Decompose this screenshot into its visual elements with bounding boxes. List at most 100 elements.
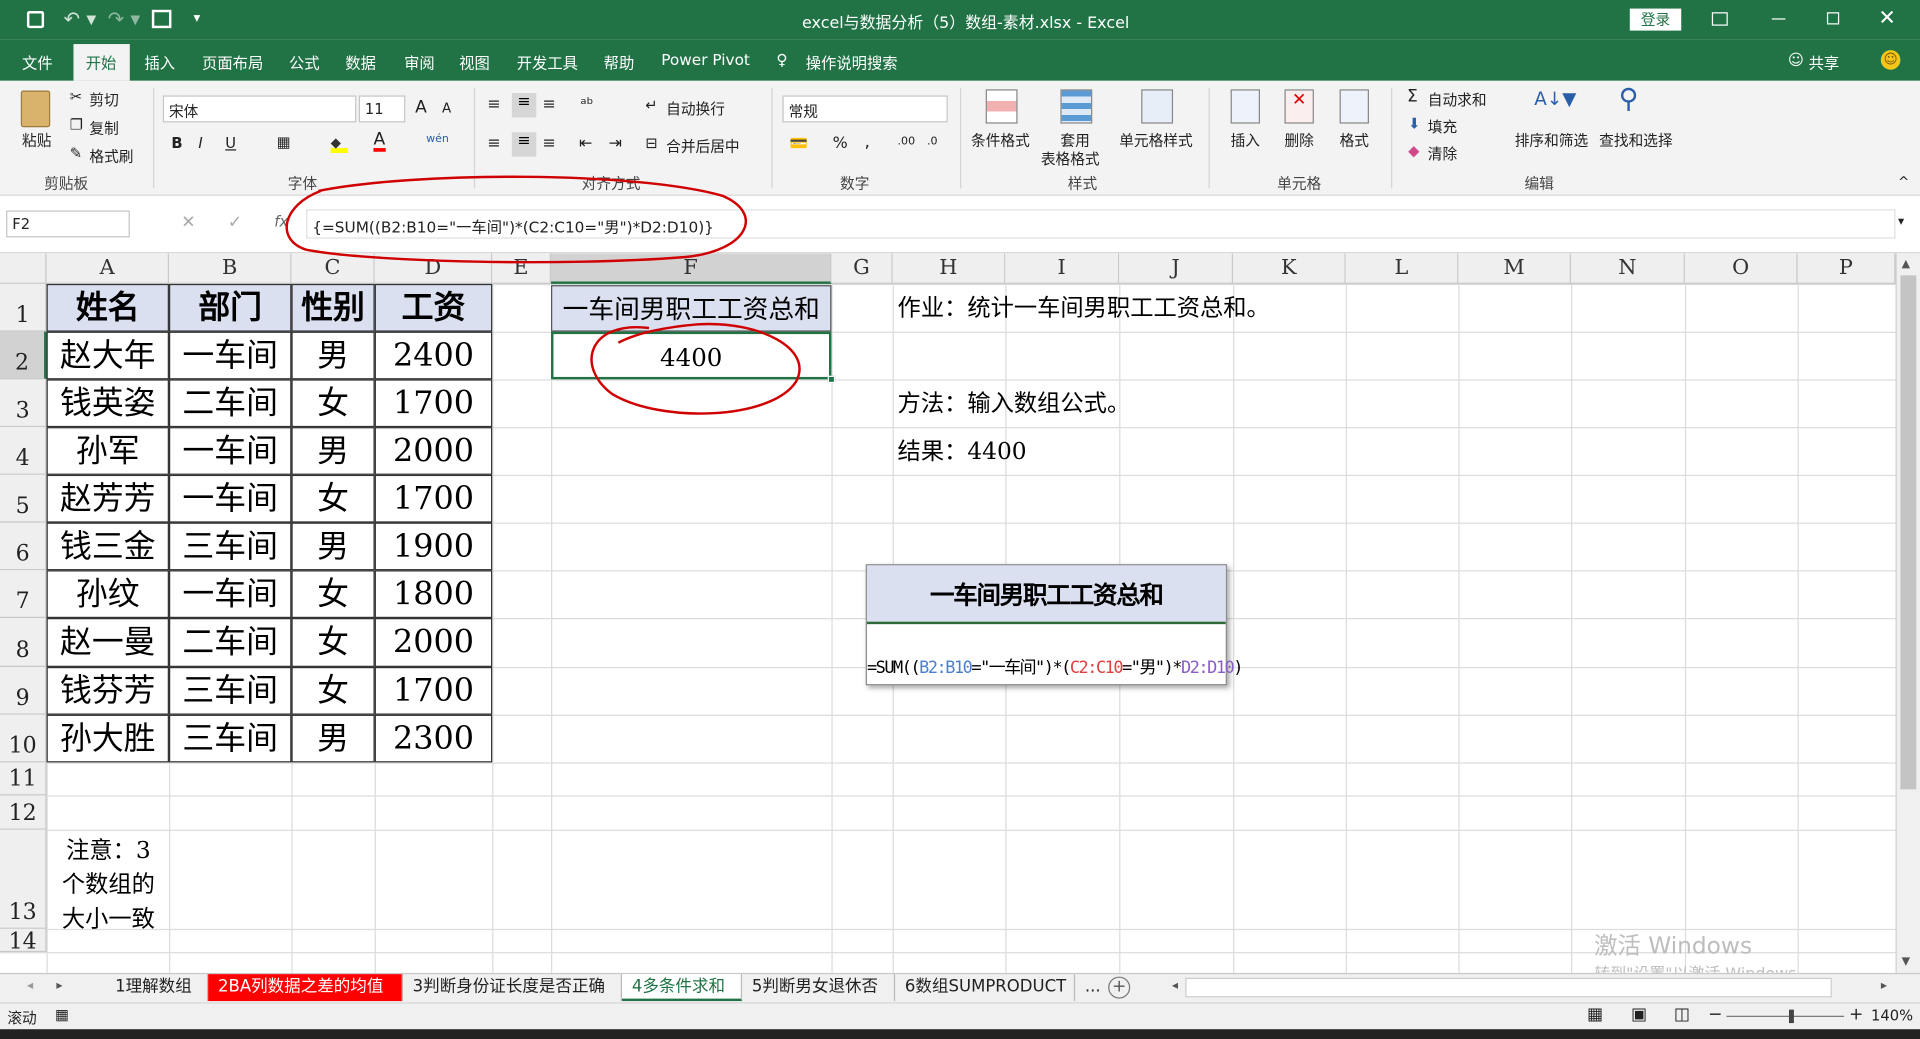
row-header-8[interactable]: 8	[0, 618, 47, 667]
insert-cells-button[interactable]: 插入	[1231, 130, 1260, 151]
hscroll-left-icon[interactable]: ◂	[1172, 979, 1178, 992]
find-select-button[interactable]: 查找和选择	[1599, 130, 1672, 151]
column-header-k[interactable]: K	[1233, 253, 1346, 284]
row-header-10[interactable]: 10	[0, 714, 47, 763]
share-button[interactable]: 共享	[1809, 50, 1840, 73]
row-header-4[interactable]: 4	[0, 427, 47, 475]
undo-icon[interactable]: ↶ ▾	[64, 7, 96, 30]
table-cell-salary[interactable]: 1700	[374, 666, 493, 715]
enter-icon[interactable]: ✓	[228, 213, 242, 233]
grow-font-button[interactable]: A	[415, 98, 427, 118]
borders-icon[interactable]: ▦	[277, 133, 291, 150]
table-cell-dept[interactable]: 三车间	[168, 522, 292, 571]
table-header-salary[interactable]: 工资	[374, 283, 493, 332]
table-cell-salary[interactable]: 2000	[374, 618, 493, 667]
zoom-in-button[interactable]: +	[1849, 1005, 1863, 1025]
normal-view-icon[interactable]: ▦	[1587, 1005, 1603, 1025]
align-left-icon[interactable]: ≡	[487, 135, 500, 153]
zoom-slider-thumb[interactable]	[1788, 1009, 1794, 1024]
table-cell-gender[interactable]: 女	[291, 474, 375, 523]
tab-power-pivot[interactable]: Power Pivot	[661, 50, 750, 68]
collapse-ribbon-icon[interactable]: ^	[1898, 174, 1909, 190]
zoom-out-button[interactable]: −	[1708, 1005, 1722, 1025]
row-header-1[interactable]: 1	[0, 283, 47, 332]
bold-button[interactable]: B	[171, 135, 182, 152]
autosum-button[interactable]: 自动求和	[1428, 89, 1487, 110]
column-header-o[interactable]: O	[1684, 253, 1798, 284]
macro-record-icon[interactable]: ▦	[55, 1006, 69, 1023]
sheet-tab-5[interactable]: 5判断男女退休否	[742, 974, 896, 1002]
table-cell-gender[interactable]: 女	[291, 618, 375, 667]
format-painter-button[interactable]: 格式刷	[89, 146, 133, 167]
zoom-level[interactable]: 140%	[1871, 1007, 1913, 1024]
formula-input[interactable]: {=SUM((B2:B10="一车间")*(C2:C10="男")*D2:D10…	[306, 209, 1896, 239]
name-box[interactable]: F2	[6, 210, 130, 238]
column-header-f[interactable]: F	[551, 253, 832, 284]
copy-button[interactable]: 复制	[89, 117, 118, 138]
column-header-i[interactable]: I	[1005, 253, 1120, 284]
table-cell-dept[interactable]: 三车间	[168, 666, 292, 715]
sheet-tab-7[interactable]: ...	[1075, 974, 1104, 1001]
comma-button[interactable]: ,	[864, 132, 869, 152]
table-header-dept[interactable]: 部门	[168, 283, 292, 332]
cell-styles-button[interactable]: 单元格样式	[1119, 130, 1192, 151]
column-header-p[interactable]: P	[1797, 253, 1896, 284]
table-header-name[interactable]: 姓名	[46, 283, 169, 332]
table-header-gender[interactable]: 性别	[291, 283, 375, 332]
smiley-icon[interactable]: ☺	[1880, 50, 1901, 70]
column-header-b[interactable]: B	[168, 253, 292, 284]
table-cell-name[interactable]: 孙纹	[46, 570, 169, 619]
sheet-tab-2[interactable]: 2BA列数据之差的均值	[208, 974, 403, 1002]
align-right-icon[interactable]: ≡	[542, 135, 555, 153]
method-note[interactable]: 方法：输入数组公式。	[898, 381, 1131, 428]
shrink-font-button[interactable]: A	[442, 100, 451, 116]
increase-indent-icon[interactable]: ⇥	[609, 135, 622, 153]
percent-button[interactable]: %	[833, 135, 848, 153]
align-middle-icon[interactable]: ≡	[511, 93, 537, 118]
conditional-format-icon[interactable]	[985, 89, 1018, 124]
column-header-d[interactable]: D	[374, 253, 493, 284]
delete-cells-icon[interactable]: ✕	[1284, 89, 1314, 124]
format-as-table-button-line2[interactable]: 表格格式	[1041, 148, 1100, 169]
sheet-tab-6[interactable]: 6数组SUMPRODUCT	[895, 974, 1076, 1002]
insert-function-button[interactable]: fx	[274, 213, 288, 230]
paste-button[interactable]: 粘贴	[22, 130, 51, 151]
column-header-m[interactable]: M	[1458, 253, 1572, 284]
table-cell-gender[interactable]: 男	[291, 427, 375, 475]
table-cell-name[interactable]: 赵芳芳	[46, 474, 169, 523]
table-cell-salary[interactable]: 1700	[374, 474, 493, 523]
save-icon[interactable]	[26, 11, 45, 29]
table-cell-name[interactable]: 孙大胜	[46, 714, 169, 763]
row-header-6[interactable]: 6	[0, 522, 47, 571]
fill-color-icon[interactable]: ◆	[330, 136, 348, 153]
italic-button[interactable]: I	[198, 135, 202, 152]
table-cell-salary[interactable]: 2400	[374, 331, 493, 380]
form-icon[interactable]	[151, 9, 172, 29]
zoom-slider[interactable]	[1726, 1015, 1845, 1017]
column-header-j[interactable]: J	[1119, 253, 1234, 284]
array-size-note[interactable]: 注意：3 个数组的 大小一致	[48, 833, 169, 937]
table-cell-gender[interactable]: 女	[291, 570, 375, 619]
next-sheet-icon[interactable]: ▸	[56, 979, 62, 992]
tab-insert[interactable]: 插入	[144, 50, 175, 73]
format-as-table-icon[interactable]	[1060, 89, 1093, 124]
cell-styles-icon[interactable]	[1141, 89, 1174, 124]
table-cell-salary[interactable]: 1900	[374, 522, 493, 571]
column-header-g[interactable]: G	[831, 253, 893, 284]
restore-icon[interactable]	[1826, 12, 1840, 25]
column-header-a[interactable]: A	[46, 253, 169, 284]
table-cell-gender[interactable]: 男	[291, 331, 375, 380]
row-header-5[interactable]: 5	[0, 474, 47, 523]
close-icon[interactable]: ✕	[1878, 6, 1895, 30]
hscroll-right-icon[interactable]: ▸	[1881, 979, 1887, 992]
cancel-icon[interactable]: ✕	[181, 213, 195, 233]
customize-qat-icon[interactable]: ▾	[193, 10, 200, 26]
cut-button[interactable]: 剪切	[89, 89, 118, 110]
table-cell-dept[interactable]: 二车间	[168, 379, 292, 428]
table-cell-dept[interactable]: 三车间	[168, 714, 292, 763]
tab-formulas[interactable]: 公式	[289, 50, 320, 73]
decrease-indent-icon[interactable]: ⇤	[579, 135, 592, 153]
align-top-icon[interactable]: ≡	[487, 95, 500, 113]
increase-decimal-icon[interactable]: .00	[898, 136, 916, 148]
table-cell-name[interactable]: 孙军	[46, 427, 169, 475]
